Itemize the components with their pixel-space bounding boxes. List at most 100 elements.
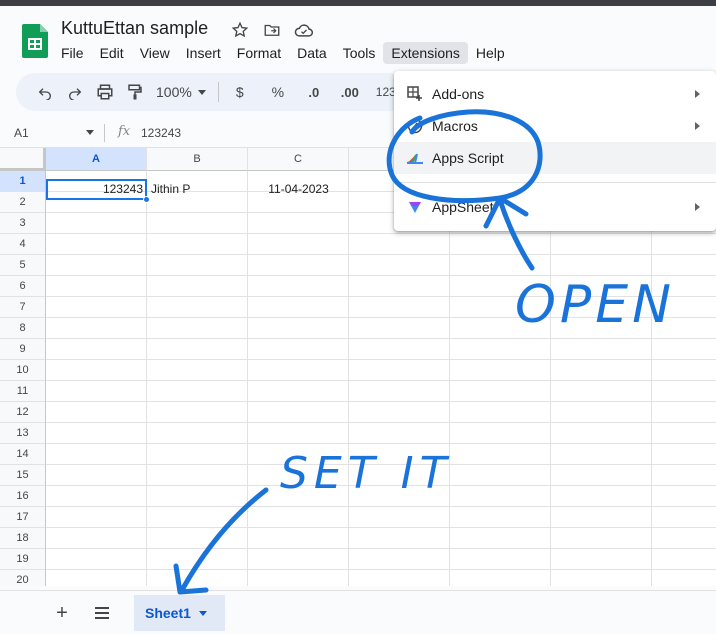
column-header-a[interactable]: A [46, 148, 147, 171]
menu-edit[interactable]: Edit [92, 42, 132, 64]
formula-input[interactable]: 123243 [141, 126, 181, 140]
apps-script-icon [406, 149, 424, 167]
row-header[interactable]: 3 [0, 213, 46, 234]
menu-view[interactable]: View [132, 42, 178, 64]
row-divider [46, 380, 716, 381]
extensions-menu: Add-ons Macros Apps Script AppSheet [394, 71, 716, 231]
add-ons-icon [406, 85, 424, 103]
row-header[interactable]: 17 [0, 507, 46, 528]
row-header[interactable]: 2 [0, 192, 46, 213]
decrease-decimal-button[interactable]: .0 [299, 78, 329, 106]
cell-c1[interactable]: 11-04-2023 [248, 179, 349, 200]
menu-item-label: Apps Script [432, 150, 504, 166]
fill-handle[interactable] [143, 196, 150, 203]
sheets-logo-icon[interactable] [22, 24, 48, 58]
row-divider [46, 296, 716, 297]
row-divider [46, 464, 716, 465]
row-header[interactable]: 18 [0, 528, 46, 549]
menu-format[interactable]: Format [229, 42, 289, 64]
chevron-down-icon[interactable] [86, 130, 94, 135]
row-divider [46, 443, 716, 444]
row-header[interactable]: 16 [0, 486, 46, 507]
select-all-corner[interactable] [0, 148, 46, 171]
row-divider [46, 359, 716, 360]
sheet-tab-sheet1[interactable]: Sheet1 [134, 595, 225, 631]
cell-b1[interactable]: Jithin P [147, 179, 248, 200]
chevron-right-icon [695, 203, 700, 211]
row-header[interactable]: 10 [0, 360, 46, 381]
function-icon: fx [118, 124, 131, 139]
zoom-value: 100% [156, 84, 192, 100]
chevron-down-icon[interactable] [198, 610, 207, 616]
menu-item-add-ons[interactable]: Add-ons [394, 78, 716, 110]
row-header[interactable]: 12 [0, 402, 46, 423]
row-divider [46, 506, 716, 507]
sheet-tab-label: Sheet1 [145, 605, 191, 621]
cloud-saved-icon[interactable] [294, 20, 314, 40]
row-header[interactable]: 9 [0, 339, 46, 360]
formula-divider [104, 124, 105, 142]
chevron-right-icon [695, 90, 700, 98]
star-icon[interactable] [230, 20, 250, 40]
row-divider [46, 485, 716, 486]
column-header-c[interactable]: C [248, 148, 349, 171]
menu-item-label: AppSheet [432, 199, 494, 215]
row-divider [46, 548, 716, 549]
menu-extensions[interactable]: Extensions [383, 42, 468, 64]
chevron-right-icon [695, 122, 700, 130]
chevron-down-icon [197, 89, 206, 95]
row-header[interactable]: 13 [0, 423, 46, 444]
row-divider [46, 401, 716, 402]
all-sheets-menu-icon[interactable] [92, 603, 112, 623]
percent-button[interactable]: % [263, 78, 293, 106]
row-header[interactable]: 14 [0, 444, 46, 465]
row-divider [46, 527, 716, 528]
row-header[interactable]: 7 [0, 297, 46, 318]
zoom-select[interactable]: 100% [150, 84, 212, 100]
row-divider [46, 569, 716, 570]
menu-help[interactable]: Help [468, 42, 513, 64]
row-divider [46, 233, 716, 234]
menu-insert[interactable]: Insert [178, 42, 229, 64]
print-icon[interactable] [90, 78, 120, 106]
menu-item-apps-script[interactable]: Apps Script [394, 142, 716, 174]
add-sheet-button[interactable]: + [50, 601, 74, 625]
menu-item-label: Add-ons [432, 86, 485, 102]
move-folder-icon[interactable] [262, 20, 282, 40]
row-divider [46, 317, 716, 318]
menu-bar: File Edit View Insert Format Data Tools … [53, 42, 513, 64]
redo-icon[interactable] [60, 78, 90, 106]
row-divider [46, 254, 716, 255]
row-header[interactable]: 1 [0, 171, 46, 192]
row-header[interactable]: 5 [0, 255, 46, 276]
row-divider [46, 422, 716, 423]
row-header[interactable]: 4 [0, 234, 46, 255]
name-box[interactable]: A1 [14, 126, 29, 140]
menu-item-appsheet[interactable]: AppSheet [394, 191, 716, 223]
menu-divider [394, 182, 716, 183]
document-title[interactable]: KuttuEttan sample [61, 18, 208, 39]
title-actions [230, 20, 314, 40]
active-cell-border [46, 179, 147, 200]
currency-button[interactable]: $ [225, 78, 255, 106]
paint-format-icon[interactable] [120, 78, 150, 106]
row-header[interactable]: 6 [0, 276, 46, 297]
row-header[interactable]: 8 [0, 318, 46, 339]
sheet-bar: + Sheet1 [0, 590, 716, 634]
row-divider [46, 338, 716, 339]
row-header[interactable]: 15 [0, 465, 46, 486]
column-header-b[interactable]: B [147, 148, 248, 171]
menu-tools[interactable]: Tools [335, 42, 384, 64]
menu-item-label: Macros [432, 118, 478, 134]
row-header[interactable]: 11 [0, 381, 46, 402]
row-divider [46, 275, 716, 276]
menu-data[interactable]: Data [289, 42, 335, 64]
row-header[interactable]: 20 [0, 570, 46, 586]
increase-decimal-button[interactable]: .00 [335, 78, 365, 106]
sheets-app: KuttuEttan sample File Edit View Insert … [0, 6, 716, 634]
toolbar-divider [217, 82, 219, 102]
menu-file[interactable]: File [53, 42, 92, 64]
row-header[interactable]: 19 [0, 549, 46, 570]
undo-icon[interactable] [30, 78, 60, 106]
menu-item-macros[interactable]: Macros [394, 110, 716, 142]
